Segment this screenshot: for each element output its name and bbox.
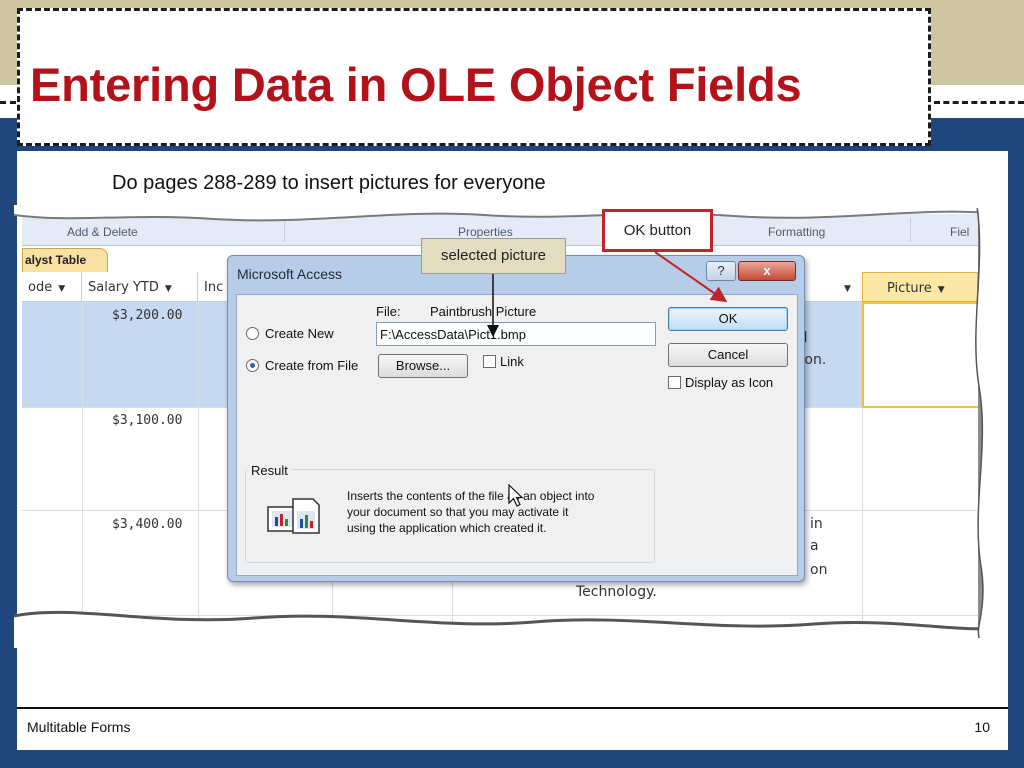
browse-button[interactable]: Browse... <box>378 354 468 378</box>
link-label: Link <box>500 354 524 369</box>
torn-edge-top <box>14 205 989 222</box>
column-header-salary-ytd[interactable]: Salary YTD ▼ <box>82 272 198 302</box>
result-description: Inserts the contents of the file as an o… <box>347 489 595 535</box>
instruction-text: Do pages 288-289 to insert pictures for … <box>112 172 546 194</box>
radio-label: Create from File <box>265 358 359 373</box>
text-fragment: a <box>810 538 819 554</box>
column-label: Picture <box>887 281 932 296</box>
column-label: ode <box>28 280 53 295</box>
footer-section-title: Multitable Forms <box>27 719 131 735</box>
slide-footer: Multitable Forms 10 <box>17 707 1008 750</box>
checkbox-icon[interactable] <box>483 355 496 368</box>
file-label: File: <box>376 304 401 319</box>
torn-edge-right <box>975 208 1000 638</box>
table-tab[interactable]: alyst Table <box>22 248 108 272</box>
dropdown-arrow-icon[interactable]: ▼ <box>165 284 172 294</box>
display-as-icon-checkbox[interactable]: Display as Icon <box>668 375 773 390</box>
file-type-value: Paintbrush Picture <box>430 304 537 319</box>
column-header-code[interactable]: ode ▼ <box>22 272 82 302</box>
cancel-button[interactable]: Cancel <box>668 343 788 367</box>
selected-picture-callout: selected picture <box>421 238 566 274</box>
slide-title: Entering Data in OLE Object Fields <box>30 58 802 111</box>
title-box: Entering Data in OLE Object Fields <box>17 8 931 146</box>
dropdown-arrow-icon[interactable]: ▼ <box>938 285 945 295</box>
dashed-rule-left <box>0 101 16 104</box>
dialog-body: Create New Create from File File: Paintb… <box>236 294 798 576</box>
column-header-prev-arrow[interactable]: ▼ <box>832 272 862 302</box>
dropdown-arrow-icon[interactable]: ▼ <box>58 284 65 294</box>
grid-line <box>82 302 83 622</box>
file-path-input[interactable]: F:\AccessData\Pict1.bmp <box>376 322 656 346</box>
insert-object-dialog: Microsoft Access ? x Create New Create f… <box>227 255 805 582</box>
dropdown-arrow-icon[interactable]: ▼ <box>844 284 851 294</box>
help-button[interactable]: ? <box>706 261 736 281</box>
radio-label: Create New <box>265 326 334 341</box>
column-label: Salary YTD <box>88 280 159 295</box>
link-checkbox[interactable]: Link <box>483 354 524 369</box>
radio-create-from-file[interactable]: Create from File <box>246 358 358 373</box>
checkbox-icon[interactable] <box>668 376 681 389</box>
dialog-title: Microsoft Access <box>237 266 343 282</box>
mouse-pointer-icon <box>508 484 524 507</box>
dashed-rule-right <box>934 101 1024 104</box>
column-label: Inc <box>204 280 224 295</box>
salary-cell: $3,100.00 <box>112 413 183 428</box>
text-fragment: in <box>810 516 823 532</box>
result-title: Result <box>248 463 291 478</box>
torn-edge-bottom <box>14 610 994 648</box>
page-number: 10 <box>974 719 990 735</box>
ok-button-callout: OK button <box>602 209 713 252</box>
salary-cell: $3,400.00 <box>112 517 183 532</box>
close-button[interactable]: x <box>738 261 796 281</box>
display-as-icon-label: Display as Icon <box>685 375 774 390</box>
embedded-object-icon <box>267 498 320 534</box>
grid-line <box>198 302 199 622</box>
ok-button[interactable]: OK <box>668 307 788 331</box>
radio-create-new[interactable]: Create New <box>246 326 334 341</box>
radio-selected-icon[interactable] <box>246 359 259 372</box>
text-fragment: on <box>810 562 828 578</box>
salary-cell: $3,200.00 <box>112 308 183 323</box>
radio-icon[interactable] <box>246 327 259 340</box>
